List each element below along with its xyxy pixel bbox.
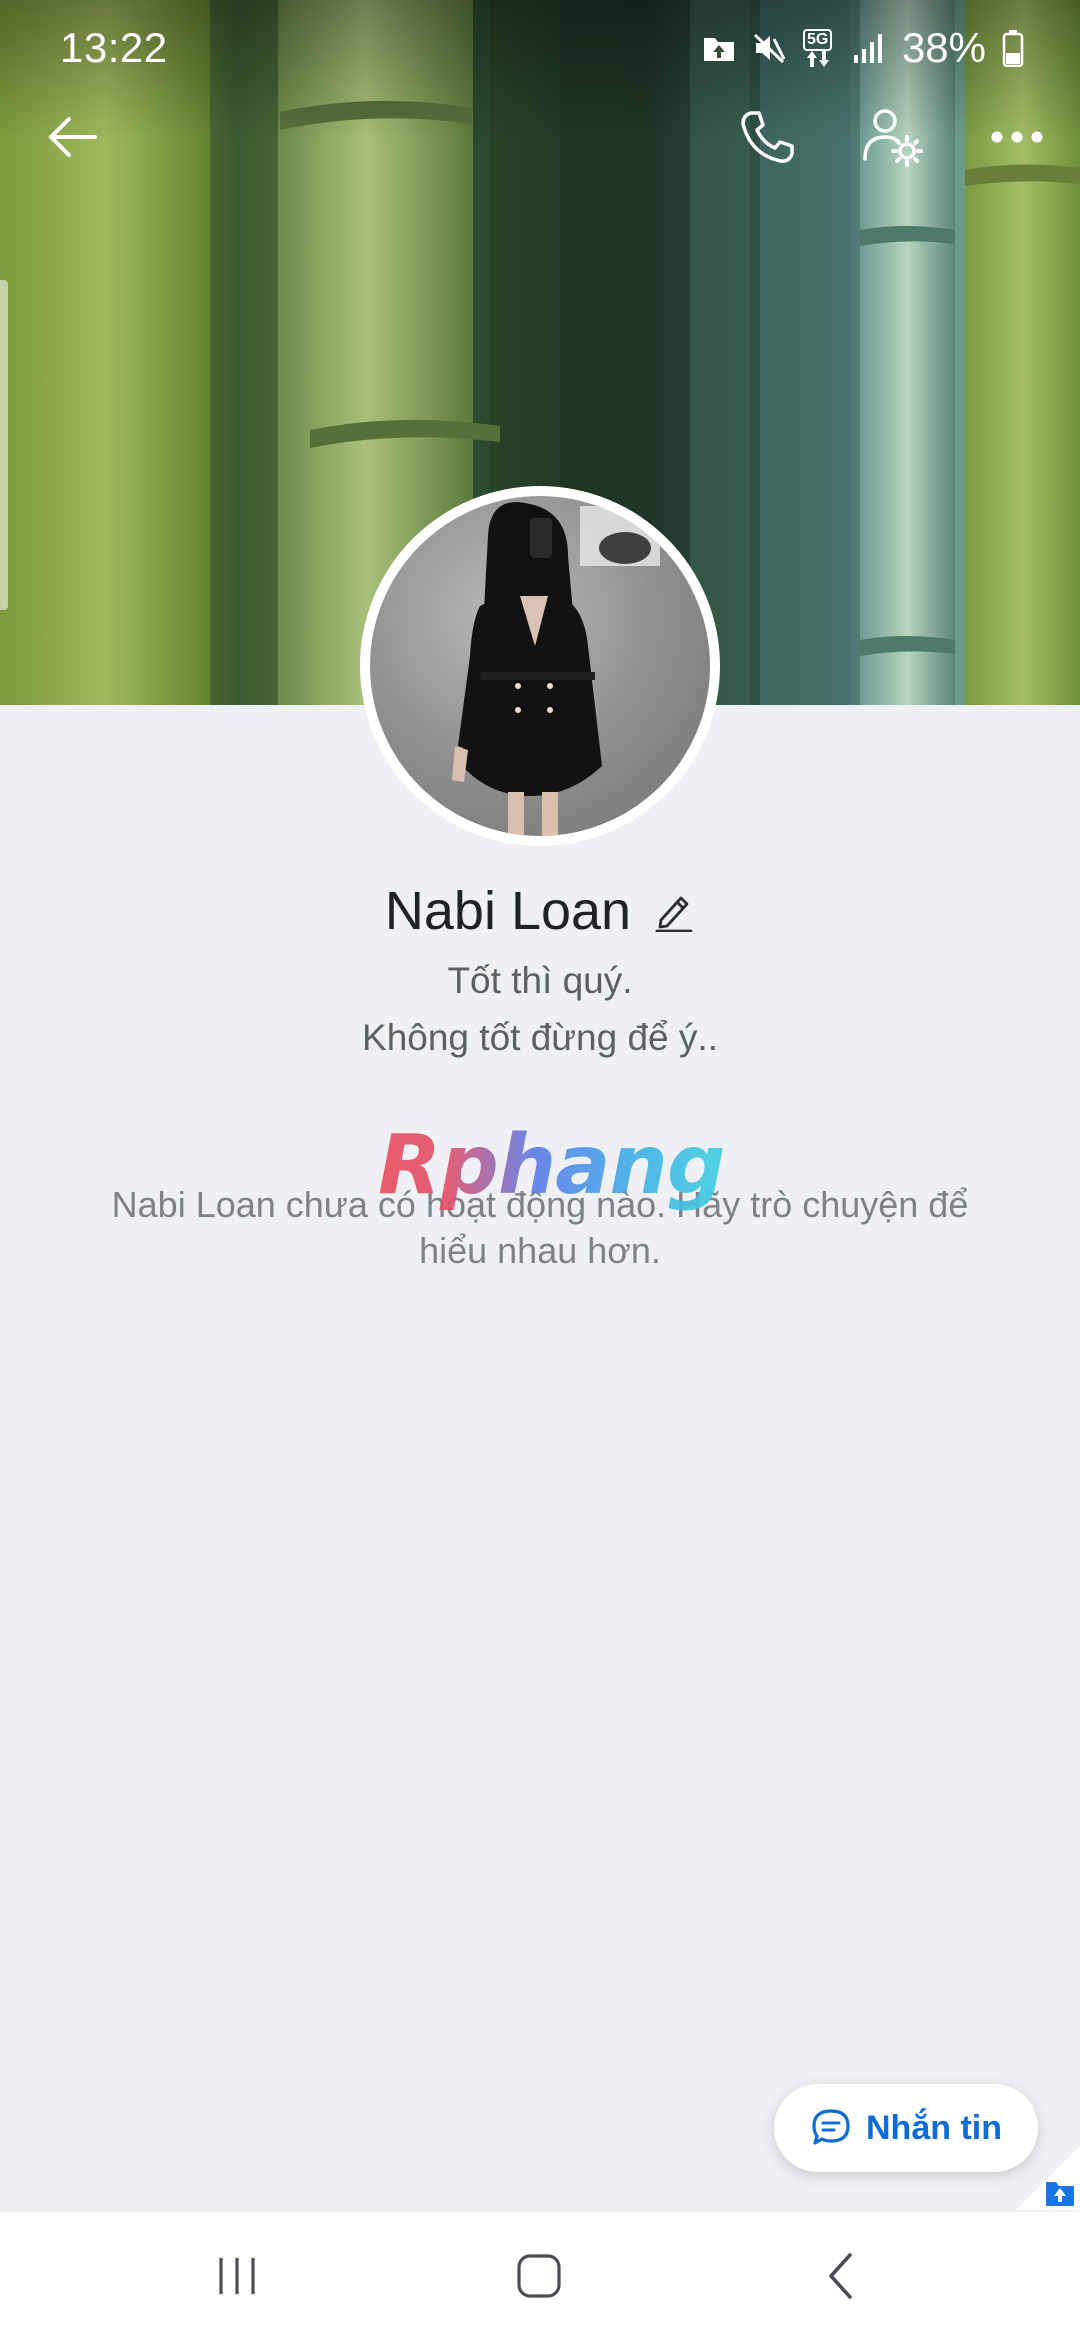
nav-back-icon bbox=[829, 2253, 852, 2299]
signal-icon bbox=[853, 34, 882, 63]
folder-upload-icon bbox=[703, 38, 734, 61]
arrow-left-icon bbox=[49, 117, 97, 157]
phone-icon bbox=[741, 111, 794, 163]
bio-line-1: Tốt thì quý. bbox=[447, 960, 633, 1001]
message-button-label: Nhắn tin bbox=[866, 2108, 1002, 2147]
data-arrows-icon bbox=[806, 51, 829, 67]
more-horizontal-icon bbox=[991, 131, 1043, 143]
mute-icon bbox=[753, 33, 786, 64]
bio-line-2: Không tốt đừng để ý.. bbox=[362, 1017, 718, 1058]
avatar-photo bbox=[370, 496, 710, 836]
network-type: 5G bbox=[802, 29, 833, 51]
status-icons: 5G 38% bbox=[702, 24, 1024, 72]
back-button[interactable] bbox=[28, 92, 118, 182]
avatar-figure bbox=[452, 502, 660, 836]
profile-settings-button[interactable] bbox=[848, 92, 938, 182]
recents-button[interactable] bbox=[192, 2240, 282, 2312]
recents-icon bbox=[219, 2258, 255, 2294]
user-settings-icon bbox=[863, 109, 923, 167]
side-edge-handle[interactable] bbox=[0, 280, 8, 610]
watermark-logo: Rphang bbox=[378, 1118, 726, 1213]
profile-name-row: Nabi Loan bbox=[0, 880, 1080, 942]
status-time: 13:22 bbox=[60, 24, 168, 71]
home-button[interactable] bbox=[494, 2240, 584, 2312]
profile-screen: 13:22 5G 38% Nabi Loan Tốt thì quý. Khôn… bbox=[0, 0, 1080, 2340]
system-nav-bar bbox=[0, 2212, 1080, 2340]
battery-icon bbox=[1002, 30, 1024, 67]
avatar[interactable] bbox=[360, 486, 720, 846]
call-button[interactable] bbox=[722, 92, 812, 182]
edit-pencil-icon[interactable] bbox=[653, 890, 695, 932]
status-bar: 13:22 5G 38% bbox=[0, 0, 1080, 96]
profile-name: Nabi Loan bbox=[384, 881, 632, 941]
network-badge: 5G bbox=[802, 29, 836, 67]
more-options-button[interactable] bbox=[972, 92, 1062, 182]
chat-bubble-icon bbox=[812, 2109, 850, 2145]
corner-folder-badge-icon[interactable] bbox=[1016, 2146, 1080, 2210]
message-button[interactable]: Nhắn tin bbox=[774, 2084, 1038, 2172]
system-back-button[interactable] bbox=[796, 2240, 886, 2312]
battery-percent: 38% bbox=[901, 24, 986, 71]
home-icon bbox=[517, 2254, 561, 2298]
